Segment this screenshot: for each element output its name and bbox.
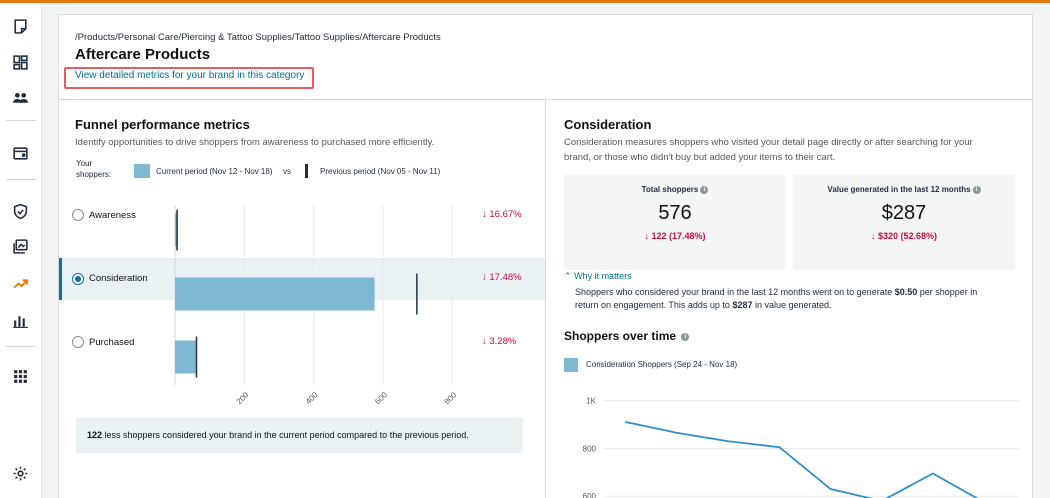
value-generated-card: Value generated in the last 12 months i $… — [793, 175, 1015, 270]
why-text-part1: Shoppers who considered your brand in th… — [575, 287, 895, 297]
wallet-icon[interactable] — [10, 143, 30, 163]
total-shoppers-change: ↓ 122 (17.48%) — [644, 231, 706, 241]
dashboard-icon[interactable] — [10, 52, 30, 72]
total-shoppers-label-wrap: Total shoppers i — [564, 185, 786, 194]
data-point — [829, 488, 832, 490]
legend-current-swatch — [134, 164, 150, 178]
funnel-description: Identify opportunities to drive shoppers… — [75, 137, 435, 148]
funnel-title: Funnel performance metrics — [75, 117, 250, 132]
why-it-matters-toggle[interactable]: ⌃ Why it matters — [564, 271, 632, 282]
sidebar — [0, 3, 42, 498]
y-tick-label: 1K — [586, 397, 596, 406]
value-generated-value: $287 — [881, 202, 927, 224]
row-label-awareness[interactable]: Awareness — [89, 210, 136, 221]
info-icon[interactable]: i — [972, 185, 981, 194]
brand-metrics-link[interactable]: View detailed metrics for your brand in … — [75, 70, 304, 81]
settings-icon[interactable] — [10, 463, 30, 483]
sot-title-text: Shoppers over time — [564, 329, 677, 343]
sot-legend-swatch — [564, 358, 578, 372]
value-generated-change: ↓ $320 (52.68%) — [870, 231, 938, 241]
x-tick-label: 200 — [235, 390, 251, 406]
consideration-title: Consideration — [564, 117, 652, 132]
radio-awareness[interactable] — [72, 209, 84, 221]
series-line — [625, 421, 979, 498]
consideration-description-line1: Consideration measures shoppers who visi… — [564, 137, 973, 148]
trending-icon[interactable] — [10, 273, 30, 293]
bar-current-purchased — [175, 340, 196, 374]
page-title: Aftercare Products — [75, 46, 211, 63]
sidebar-divider — [6, 346, 36, 347]
media-icon[interactable] — [10, 236, 30, 256]
data-point — [625, 421, 627, 423]
summary-count: 122 — [87, 430, 103, 440]
shield-icon[interactable] — [10, 201, 30, 221]
bar-current-consideration — [175, 277, 375, 311]
row-label-consideration[interactable]: Consideration — [89, 273, 148, 284]
chevron-up-icon: ⌃ — [564, 271, 572, 281]
radio-consideration[interactable] — [72, 273, 84, 285]
apps-grid-icon[interactable] — [10, 366, 30, 386]
data-point — [727, 440, 730, 443]
info-icon[interactable]: i — [700, 185, 709, 194]
x-tick-label: 600 — [373, 390, 389, 406]
info-icon[interactable]: i — [681, 332, 690, 341]
consideration-description-line2: brand, or those who didn't buy but added… — [564, 152, 836, 163]
data-point — [676, 431, 679, 434]
data-point — [778, 446, 781, 449]
total-shoppers-label: Total shoppers — [641, 185, 699, 194]
total-shoppers-card: Total shoppers i 576 ↓ 122 (17.48%) — [564, 175, 786, 270]
legend-previous-swatch — [305, 164, 308, 178]
row-label-purchased[interactable]: Purchased — [89, 337, 134, 348]
legend-previous-label: Previous period (Nov 05 - Nov 11) — [320, 167, 441, 176]
top-accent-bar — [0, 0, 1050, 3]
why-it-matters-text: Shoppers who considered your brand in th… — [575, 286, 995, 312]
radio-purchased[interactable] — [72, 336, 84, 348]
column-divider — [545, 100, 546, 498]
x-tick-label: 800 — [443, 390, 459, 406]
y-tick-label: 600 — [583, 492, 597, 498]
funnel-bar-chart: 200 400 600 800 — [174, 205, 459, 406]
sot-legend-label: Consideration Shoppers (Sep 24 - Nov 18) — [586, 360, 738, 369]
x-tick-label: 400 — [304, 390, 320, 406]
why-text-bold2: $287 — [732, 300, 753, 310]
total-shoppers-value: 576 — [658, 202, 692, 224]
sidebar-divider — [6, 120, 36, 121]
value-label-wrap: Value generated in the last 12 months i — [793, 185, 1015, 194]
people-icon[interactable] — [10, 88, 30, 108]
legend-vs: vs — [283, 167, 291, 176]
value-generated-label: Value generated in the last 12 months — [827, 185, 971, 194]
bar-chart-icon[interactable] — [10, 310, 30, 330]
y-tick-label: 800 — [583, 444, 597, 453]
data-point — [931, 472, 934, 475]
summary-text: less shoppers considered your brand in t… — [102, 430, 469, 440]
notes-icon[interactable] — [10, 16, 30, 36]
main-panel: /Products/Personal Care/Piercing & Tatto… — [58, 14, 1033, 498]
why-it-matters-label: Why it matters — [574, 271, 632, 281]
sidebar-divider — [6, 179, 36, 180]
summary-box: 122 less shoppers considered your brand … — [76, 418, 523, 453]
why-text-bold1: $0.50 — [894, 287, 918, 297]
breadcrumb[interactable]: /Products/Personal Care/Piercing & Tatto… — [75, 32, 441, 43]
shoppers-over-time-title: Shoppers over time i — [564, 329, 690, 343]
legend-label: Your shoppers: — [76, 159, 112, 179]
why-text-part3: in value generated. — [752, 300, 832, 310]
shoppers-over-time-chart: 1K 800 600 — [583, 397, 1019, 498]
legend-current-label: Current period (Nov 12 - Nov 18) — [156, 167, 273, 176]
